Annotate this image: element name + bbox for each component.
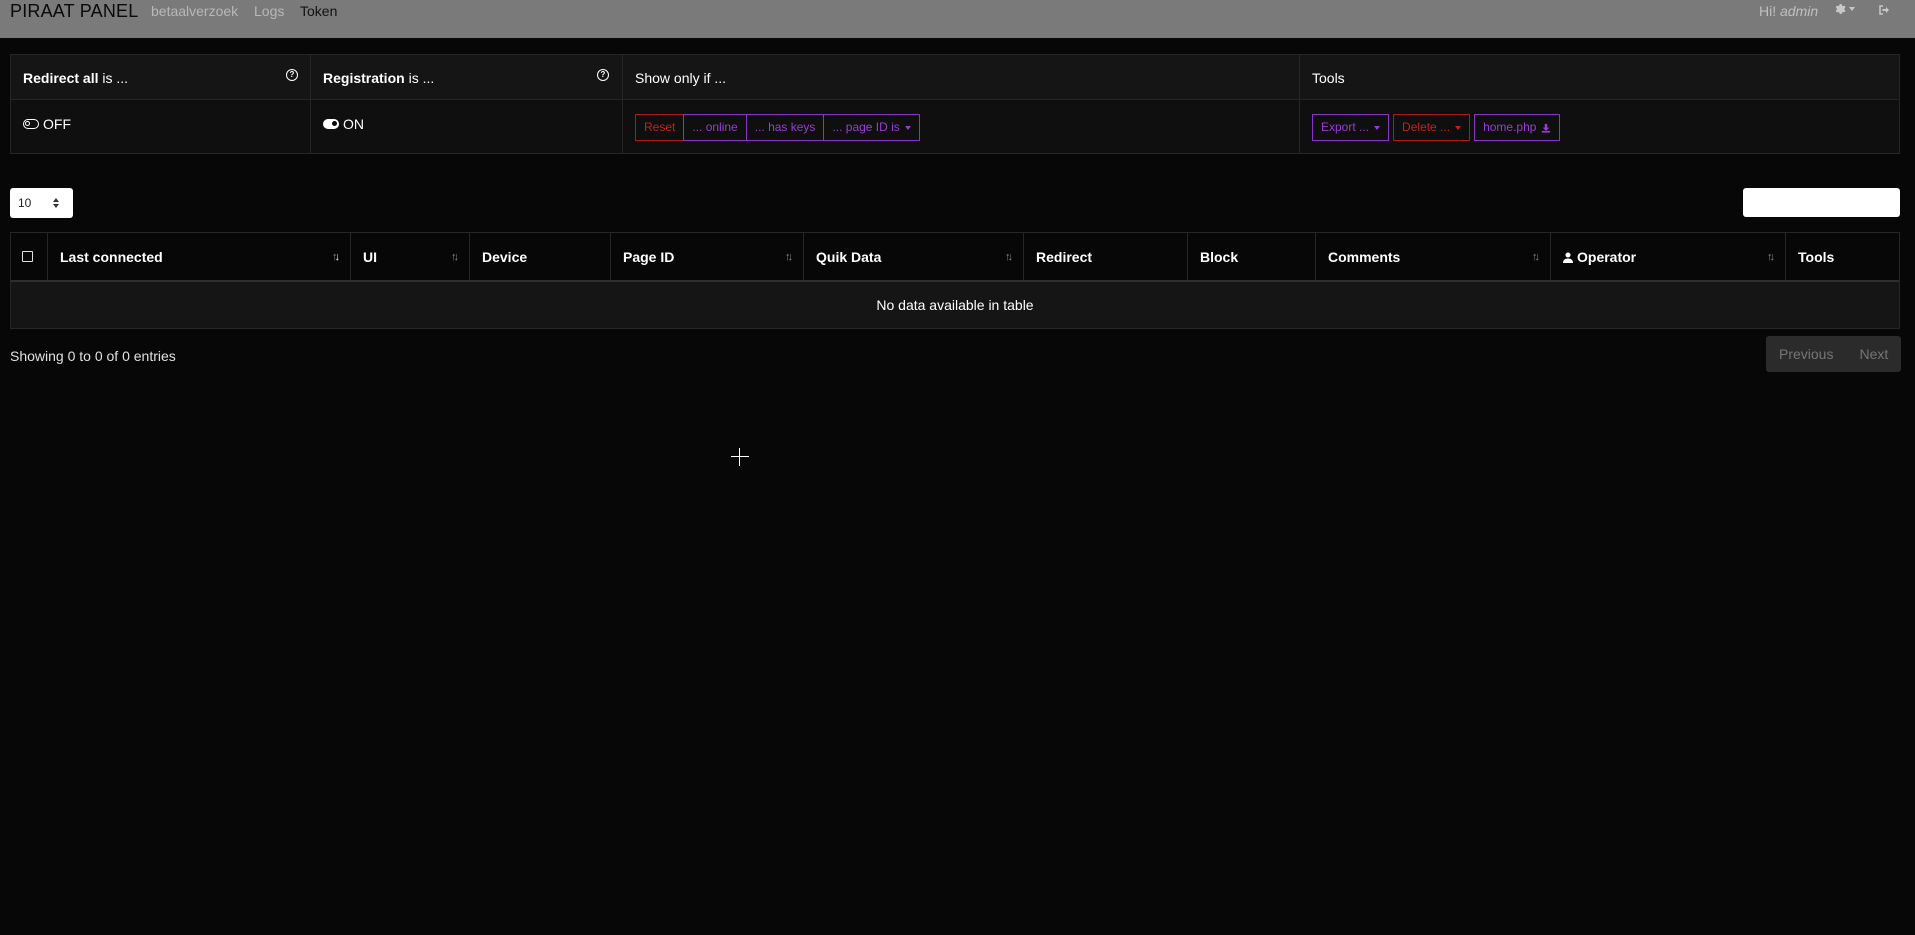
- registration-title-bold: Registration: [323, 70, 405, 86]
- user-icon: [1563, 252, 1573, 263]
- previous-page-button[interactable]: Previous: [1766, 336, 1846, 372]
- download-home-button[interactable]: home.php: [1474, 114, 1561, 141]
- column-label: Last connected: [60, 249, 163, 265]
- navbar: PIRAAT PANEL betaalverzoek Logs Token Hi…: [0, 0, 1915, 38]
- sort-icon: ↑↓: [451, 251, 459, 263]
- select-all-checkbox[interactable]: [22, 251, 33, 262]
- column-redirect: Redirect: [1024, 233, 1188, 280]
- settings-dropdown[interactable]: [1834, 3, 1855, 15]
- download-icon: [1542, 123, 1551, 133]
- column-last-connected[interactable]: Last connected ↑↓: [48, 233, 351, 280]
- registration-cell: Registration is ... ? ON: [311, 55, 623, 153]
- column-quik-data[interactable]: Quik Data ↑↓: [804, 233, 1024, 280]
- redirect-state: OFF: [43, 116, 71, 132]
- page-id-filter-dropdown[interactable]: ... page ID is: [823, 114, 920, 141]
- filters-title: Show only if ...: [635, 70, 727, 86]
- column-label: Redirect: [1036, 249, 1093, 265]
- sort-icon: ↑↓: [785, 251, 793, 263]
- user-greeting: Hi! admin: [1759, 2, 1818, 20]
- column-label: Quik Data: [816, 249, 882, 265]
- registration-toggle[interactable]: ON: [323, 116, 364, 132]
- registration-state: ON: [343, 116, 364, 132]
- has-keys-filter-button[interactable]: ... has keys: [745, 114, 825, 141]
- tools-cell: Tools Export ... Delete ... home.php: [1300, 55, 1899, 153]
- chevron-down-icon: [1455, 125, 1462, 130]
- export-label: Export ...: [1321, 120, 1370, 134]
- sort-icon: ↑↓: [1767, 251, 1775, 263]
- chevron-down-icon: [1374, 125, 1381, 130]
- user-name: admin: [1780, 3, 1819, 19]
- column-label: Page ID: [623, 249, 675, 265]
- filter-button-group: Reset ... online ... has keys ... page I…: [635, 114, 920, 141]
- column-label: UI: [363, 249, 377, 265]
- table-info: Showing 0 to 0 of 0 entries: [10, 348, 176, 364]
- select-all-cell: [11, 233, 48, 280]
- delete-dropdown-button[interactable]: Delete ...: [1393, 114, 1471, 141]
- table-header: Last connected ↑↓ UI ↑↓ Device Page ID ↑…: [11, 233, 1899, 282]
- column-page-id[interactable]: Page ID ↑↓: [611, 233, 804, 280]
- chevron-down-icon: [1849, 7, 1855, 11]
- column-label: Comments: [1328, 249, 1401, 265]
- redirect-cell: Redirect all is ... ? OFF: [11, 55, 311, 153]
- redirect-title-rest: is ...: [98, 70, 129, 86]
- column-label: Operator: [1577, 249, 1637, 265]
- redirect-title-bold: Redirect all: [23, 70, 99, 86]
- filters-cell: Show only if ... Reset ... online ... ha…: [623, 55, 1300, 153]
- reset-filter-button[interactable]: Reset: [635, 114, 685, 141]
- column-ui[interactable]: UI ↑↓: [351, 233, 470, 280]
- nav-link-betaalverzoek[interactable]: betaalverzoek: [151, 2, 238, 20]
- home-php-label: home.php: [1483, 120, 1537, 134]
- tools-button-group: Export ... Delete ... home.php: [1312, 114, 1561, 141]
- column-operator[interactable]: Operator ↑↓: [1551, 233, 1786, 280]
- registration-title-rest: is ...: [404, 70, 435, 86]
- column-tools: Tools: [1786, 233, 1899, 280]
- next-page-button[interactable]: Next: [1846, 336, 1901, 372]
- page-id-filter-label: ... page ID is: [832, 120, 900, 134]
- logout-icon: [1879, 5, 1889, 15]
- data-table: Last connected ↑↓ UI ↑↓ Device Page ID ↑…: [10, 232, 1900, 329]
- select-arrows-icon: [53, 198, 59, 208]
- sort-desc-icon: ↑↓: [332, 251, 340, 263]
- registration-title: Registration is ...: [323, 70, 434, 86]
- column-label-wrap: Operator: [1563, 249, 1636, 265]
- sort-icon: ↑↓: [1005, 251, 1013, 263]
- column-block: Block: [1188, 233, 1316, 280]
- page-length-select[interactable]: 10: [10, 188, 73, 218]
- column-label: Block: [1200, 249, 1239, 265]
- column-label: Device: [482, 249, 528, 265]
- chevron-down-icon: [904, 125, 911, 130]
- toggle-off-icon: [23, 119, 39, 129]
- column-label: Tools: [1798, 249, 1835, 265]
- nav-link-token[interactable]: Token: [300, 2, 337, 20]
- tools-title: Tools: [1312, 70, 1345, 86]
- empty-table-row: No data available in table: [11, 282, 1899, 328]
- online-filter-button[interactable]: ... online: [683, 114, 747, 141]
- column-device: Device: [470, 233, 611, 280]
- help-icon[interactable]: ?: [597, 69, 609, 81]
- redirect-title: Redirect all is ...: [23, 70, 128, 86]
- help-icon[interactable]: ?: [286, 69, 298, 81]
- page-length-value: 10: [18, 196, 32, 210]
- search-input[interactable]: [1743, 188, 1900, 217]
- redirect-toggle[interactable]: OFF: [23, 116, 71, 132]
- toggle-on-icon: [323, 119, 339, 129]
- nav-link-logs[interactable]: Logs: [254, 2, 284, 20]
- logout-button[interactable]: [1878, 3, 1890, 21]
- export-dropdown-button[interactable]: Export ...: [1312, 114, 1390, 141]
- column-comments[interactable]: Comments ↑↓: [1316, 233, 1551, 280]
- control-panel: Redirect all is ... ? OFF Registration i…: [10, 54, 1900, 154]
- gear-icon: [1835, 4, 1846, 15]
- brand-title[interactable]: PIRAAT PANEL: [10, 0, 138, 22]
- sort-icon: ↑↓: [1532, 251, 1540, 263]
- pagination: Previous Next: [1766, 336, 1902, 372]
- delete-label: Delete ...: [1402, 120, 1451, 134]
- crosshair-cursor-icon: [731, 448, 749, 466]
- greeting-text: Hi!: [1759, 3, 1777, 19]
